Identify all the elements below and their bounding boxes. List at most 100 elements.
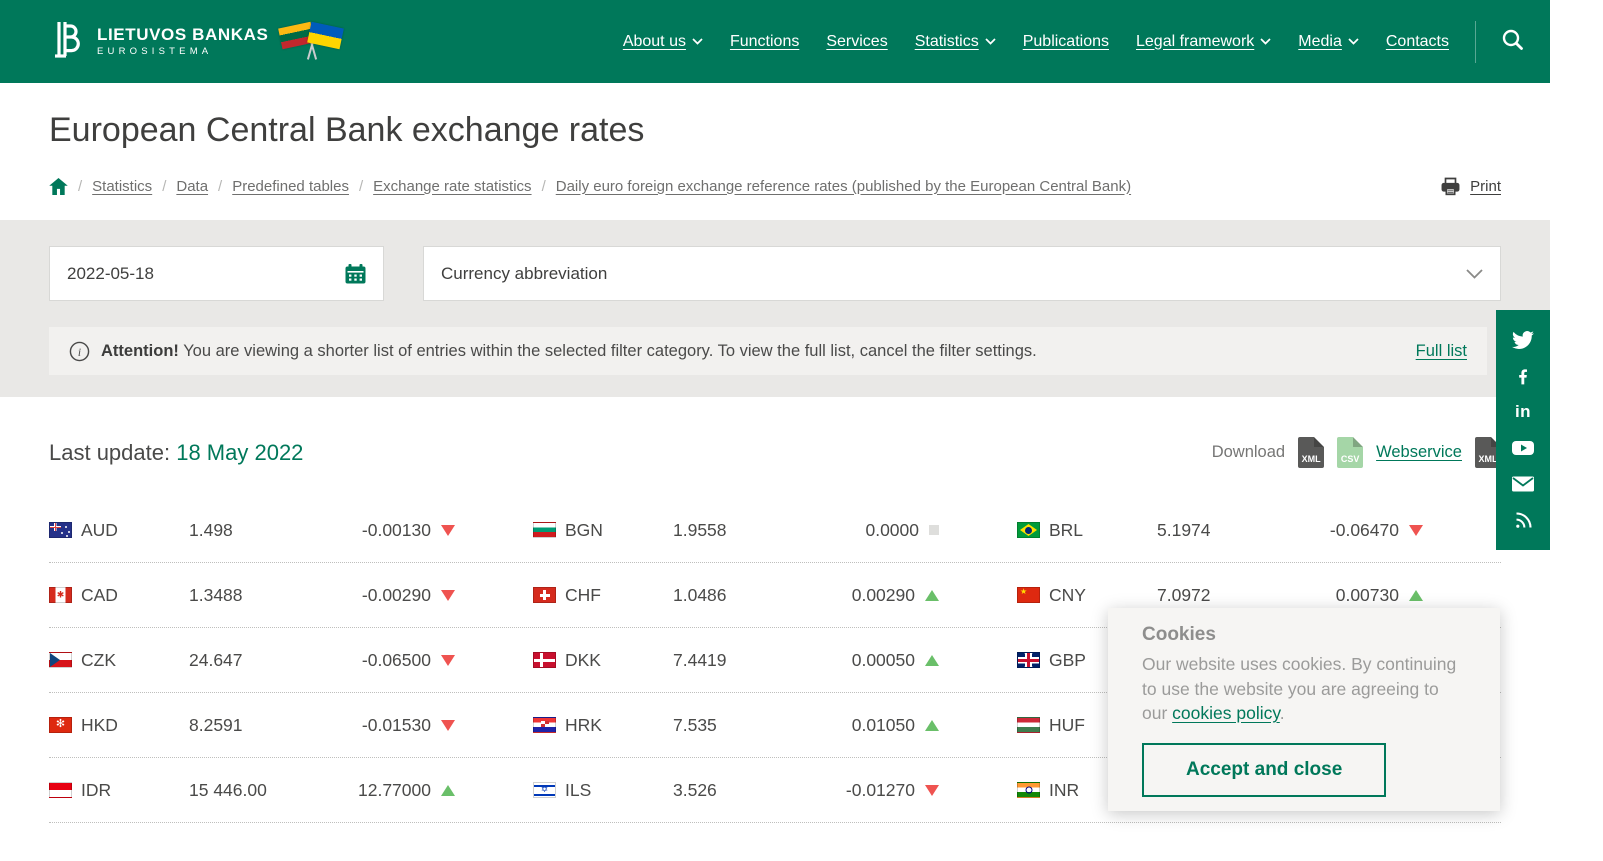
nav-item-legal-framework[interactable]: Legal framework [1136,33,1271,51]
rate-change: 0.00290 [852,585,939,606]
rate-value: 7.535 [673,715,801,736]
nav-item-statistics[interactable]: Statistics [915,33,996,51]
flag-icon-ch [533,587,556,603]
rate-entry-czk: CZK24.647-0.06500 [49,650,533,671]
rate-value: 1.9558 [673,520,801,541]
currency-code: CNY [1049,585,1086,606]
download-toolbar: Download XML CSV Webservice XML [1212,437,1501,468]
printer-icon [1440,176,1461,196]
page-title: European Central Bank exchange rates [49,110,1501,150]
cookies-policy-link[interactable]: cookies policy [1172,703,1280,723]
rate-value: 8.2591 [189,715,317,736]
rate-row: AUD1.498-0.00130BGN1.95580.0000BRL5.1974… [49,498,1501,563]
rss-icon[interactable] [1496,502,1550,538]
flag-icon-hu [1017,717,1040,733]
flag-icon-il [533,782,556,798]
nav-item-services[interactable]: Services [826,33,887,51]
flag-icon-hr [533,717,556,733]
rate-entry-aud: AUD1.498-0.00130 [49,520,533,541]
currency-code: HKD [81,715,118,736]
breadcrumb-home[interactable] [49,178,68,195]
accept-cookies-button[interactable]: Accept and close [1142,743,1386,797]
down-arrow-icon [441,590,455,601]
nav-item-contacts[interactable]: Contacts [1386,33,1449,51]
rate-value: 5.1974 [1157,520,1285,541]
currency-select-placeholder: Currency abbreviation [441,264,607,284]
download-xml-button[interactable]: XML [1298,437,1324,468]
rate-change: -0.00290 [362,585,455,606]
no-change-icon [929,525,939,535]
cookies-dialog: Cookies Our website uses cookies. By con… [1108,608,1500,811]
breadcrumb-link[interactable]: Exchange rate statistics [373,178,531,195]
flag-icon-ca [49,587,72,603]
nav-item-functions[interactable]: Functions [730,33,799,51]
home-icon [49,178,68,195]
email-icon[interactable] [1496,466,1550,502]
logo-title: LIETUVOS BANKAS [97,26,268,44]
search-button[interactable] [1494,21,1532,62]
up-arrow-icon [925,720,939,731]
currency-code: ILS [565,780,591,801]
down-arrow-icon [441,525,455,536]
rate-value: 24.647 [189,650,317,671]
currency-code: CZK [81,650,116,671]
download-csv-button[interactable]: CSV [1337,437,1363,468]
rate-change: -0.01270 [846,780,939,801]
linkedin-icon[interactable]: in [1496,394,1550,430]
twitter-icon[interactable] [1496,322,1550,358]
breadcrumb-link[interactable]: Data [176,178,208,195]
rate-change: 0.00730 [1336,585,1423,606]
cookies-text: Our website uses cookies. By continuing … [1142,652,1466,726]
flag-icon-cn [1017,587,1040,603]
breadcrumb-link[interactable]: Predefined tables [232,178,349,195]
flag-icon-hk [49,717,72,733]
full-list-link[interactable]: Full list [1416,342,1467,361]
date-input[interactable]: 2022-05-18 [49,246,384,301]
currency-code: BGN [565,520,603,541]
rate-value: 1.0486 [673,585,801,606]
flag-icon-gb [1017,652,1040,668]
flag-icon-bg [533,522,556,538]
rate-value: 1.498 [189,520,317,541]
print-label: Print [1470,178,1501,195]
rate-entry-cny: CNY7.09720.00730 [1017,585,1501,606]
nav-item-media[interactable]: Media [1298,33,1359,51]
rate-value: 7.4419 [673,650,801,671]
up-arrow-icon [1409,590,1423,601]
up-arrow-icon [925,590,939,601]
last-update: Last update: 18 May 2022 [49,440,303,466]
rate-change: -0.00130 [362,520,455,541]
up-arrow-icon [441,785,455,796]
down-arrow-icon [441,720,455,731]
breadcrumb-link[interactable]: Statistics [92,178,152,195]
facebook-icon[interactable] [1496,358,1550,394]
bank-logo[interactable]: LIETUVOS BANKAS EUROSISTEMA [49,17,344,66]
rate-value: 15 446.00 [189,780,317,801]
currency-abbreviation-select[interactable]: Currency abbreviation [423,246,1501,301]
youtube-icon[interactable] [1496,430,1550,466]
breadcrumb-link[interactable]: Daily euro foreign exchange reference ra… [556,178,1131,195]
rate-change: -0.06470 [1330,520,1423,541]
rate-change: -0.01530 [362,715,455,736]
chevron-down-icon [692,38,703,45]
rate-entry-brl: BRL5.1974-0.06470 [1017,520,1501,541]
info-icon: i [69,341,90,362]
attention-message: You are viewing a shorter list of entrie… [179,342,1037,360]
breadcrumb-separator: / [78,178,82,195]
rate-entry-hkd: HKD 8.2591 -0.01530 [49,715,533,736]
breadcrumb: /Statistics/Data/Predefined tables/Excha… [49,176,1501,196]
breadcrumb-items: /Statistics/Data/Predefined tables/Excha… [68,178,1131,195]
filter-section: 2022-05-18 Currency abbreviation [0,220,1550,397]
nav-item-publications[interactable]: Publications [1023,33,1109,51]
currency-code: DKK [565,650,601,671]
breadcrumb-separator: / [218,178,222,195]
breadcrumb-separator: / [542,178,546,195]
print-button[interactable]: Print [1440,176,1501,196]
nav-item-about-us[interactable]: About us [623,33,703,51]
flag-icon-dk [533,652,556,668]
rate-value: 3.526 [673,780,801,801]
flag-icon-au [49,522,72,538]
currency-code: INR [1049,780,1079,801]
currency-code: HRK [565,715,602,736]
webservice-link[interactable]: Webservice [1376,443,1462,462]
